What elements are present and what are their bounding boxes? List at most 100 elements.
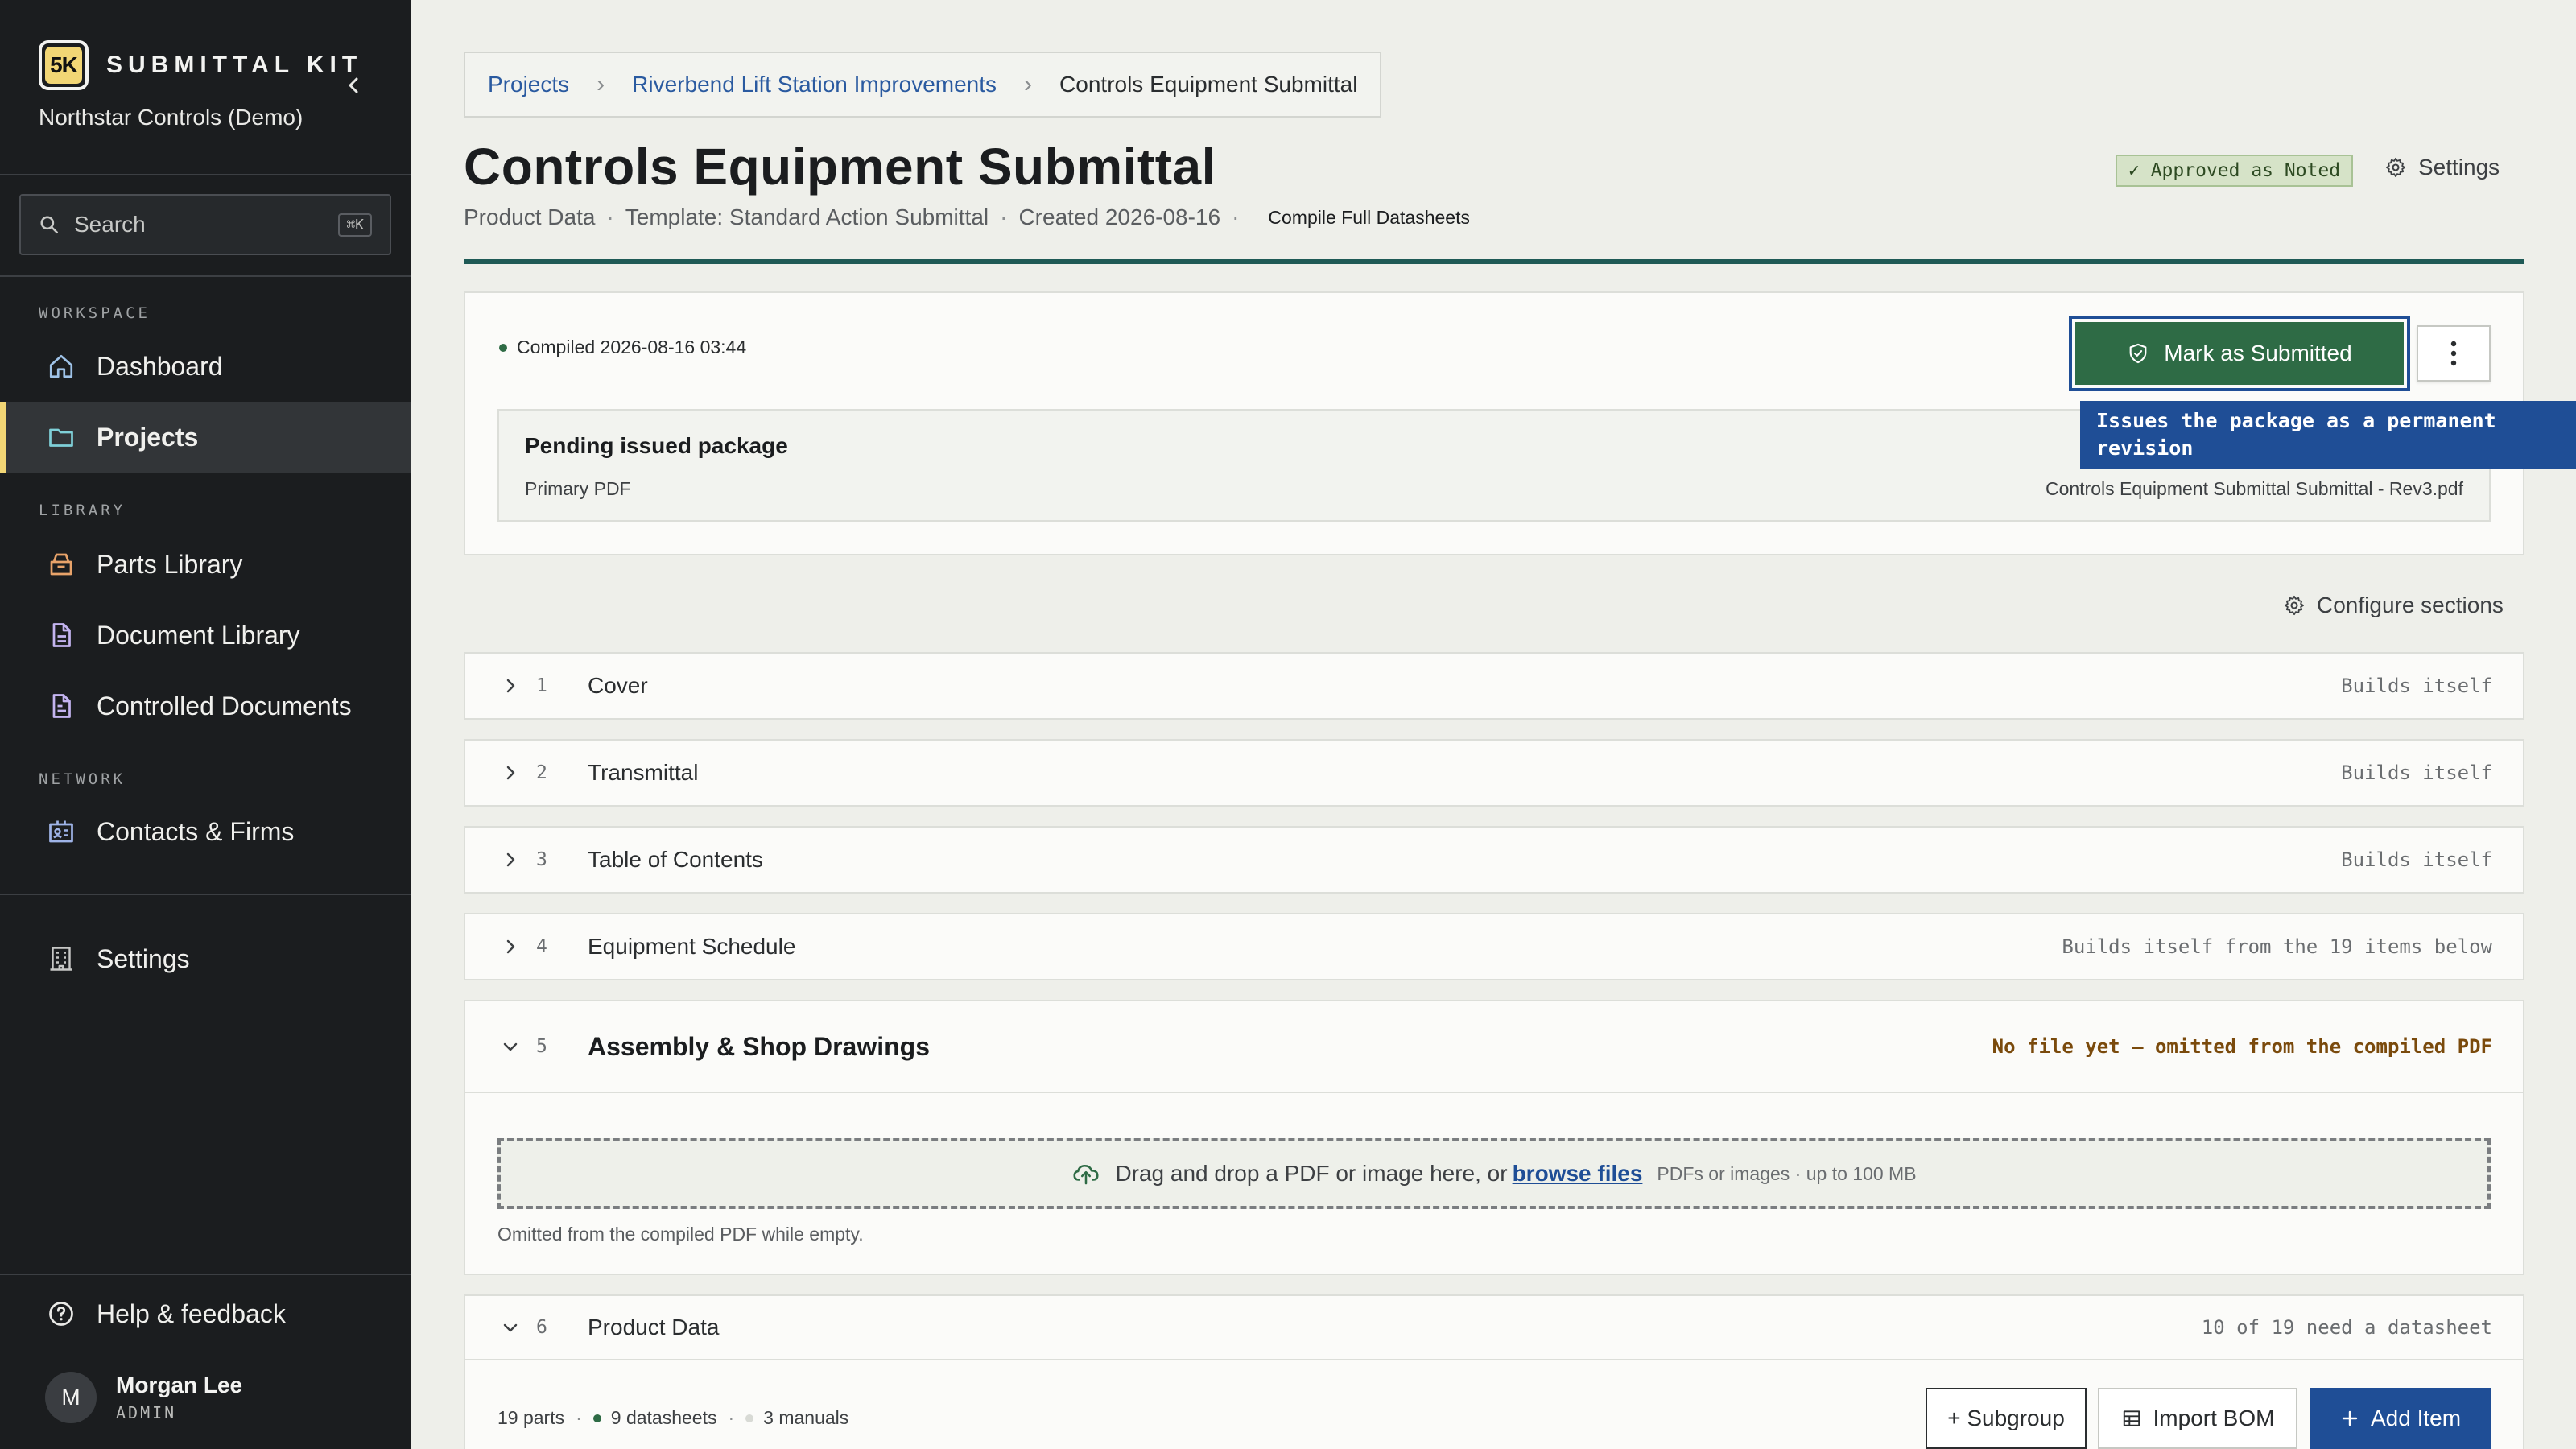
omitted-note: Omitted from the compiled PDF while empt…	[497, 1224, 864, 1245]
sidebar-item-label: Document Library	[97, 620, 300, 650]
chevron-right-icon	[501, 937, 520, 956]
section-transmittal[interactable]: 2 Transmittal Builds itself	[464, 739, 2524, 807]
submittal-created: Created 2026-08-16	[1018, 204, 1221, 229]
section-name: Product Data	[588, 1315, 720, 1340]
help-label: Help & feedback	[97, 1298, 286, 1328]
section-name: Assembly & Shop Drawings	[588, 1031, 930, 1061]
section-number: 3	[536, 849, 547, 870]
shield-check-icon	[2127, 342, 2149, 365]
divider	[0, 894, 411, 895]
help-feedback-link[interactable]: Help & feedback	[0, 1278, 411, 1349]
section-name: Equipment Schedule	[588, 934, 796, 959]
section-number: 6	[536, 1317, 547, 1338]
table-icon	[2121, 1408, 2142, 1429]
sidebar-item-label: Contacts & Firms	[97, 816, 295, 846]
more-actions-button[interactable]	[2417, 325, 2491, 382]
section-equipment-schedule[interactable]: 4 Equipment Schedule Builds itself from …	[464, 913, 2524, 980]
chevron-left-icon	[349, 77, 358, 93]
separator: ·	[1232, 204, 1240, 229]
section-status: Builds itself	[2341, 848, 2492, 871]
settings-button[interactable]: Settings	[2384, 155, 2500, 180]
folder-icon	[45, 421, 77, 453]
chevron-right-icon	[501, 763, 520, 782]
section-header[interactable]: 6 Product Data 10 of 19 need a datasheet	[465, 1296, 2523, 1360]
sidebar-item-dashboard[interactable]: Dashboard	[0, 331, 411, 402]
controlled-document-icon	[45, 690, 77, 722]
sidebar-item-label: Parts Library	[97, 549, 243, 579]
breadcrumb-project[interactable]: Riverbend Lift Station Improvements	[632, 72, 997, 97]
compiled-timestamp: Compiled 2026-08-16 03:44	[517, 336, 747, 357]
file-dropzone[interactable]: Drag and drop a PDF or image here, or br…	[497, 1138, 2491, 1209]
dropzone-hint: PDFs or images · up to 100 MB	[1657, 1162, 1917, 1184]
sidebar-item-settings[interactable]: Settings	[0, 923, 411, 994]
title-divider	[464, 259, 2524, 264]
search-placeholder: Search	[74, 212, 146, 237]
search-shortcut: ⌘K	[338, 213, 372, 237]
user-role: ADMIN	[116, 1403, 177, 1422]
brand[interactable]: 5K SUBMITTAL KIT	[39, 40, 362, 90]
section-status: Builds itself from the 19 items below	[2062, 935, 2492, 958]
section-header[interactable]: 5 Assembly & Shop Drawings No file yet —…	[465, 1001, 2523, 1093]
chevron-right-icon: ›	[1024, 71, 1033, 97]
compile-full-datasheets-link[interactable]: Compile Full Datasheets	[1268, 207, 1470, 229]
datasheets-count: 9 datasheets	[610, 1407, 717, 1428]
search-input[interactable]: Search ⌘K	[19, 194, 391, 255]
sidebar-item-parts-library[interactable]: Parts Library	[0, 529, 411, 600]
section-table-of-contents[interactable]: 3 Table of Contents Builds itself	[464, 826, 2524, 894]
sidebar-item-controlled-documents[interactable]: Controlled Documents	[0, 671, 411, 741]
add-subgroup-label: + Subgroup	[1947, 1406, 2065, 1430]
app-logo: 5K	[39, 40, 89, 90]
sidebar-item-label: Controlled Documents	[97, 691, 352, 720]
divider	[0, 1274, 411, 1275]
separator: ·	[728, 1407, 735, 1428]
sidebar-item-document-library[interactable]: Document Library	[0, 600, 411, 671]
avatar: M	[45, 1372, 97, 1423]
status-dot	[499, 343, 507, 352]
sidebar-item-label: Dashboard	[97, 351, 223, 381]
dropzone-text: Drag and drop a PDF or image here, or	[1115, 1161, 1508, 1186]
sidebar-item-projects[interactable]: Projects	[0, 402, 411, 473]
mark-as-submitted-button[interactable]: Mark as Submitted	[2069, 316, 2410, 391]
primary-pdf-label: Primary PDF	[525, 478, 631, 499]
section-label-workspace: WORKSPACE	[39, 304, 151, 322]
section-label-network: NETWORK	[39, 770, 126, 788]
separator: ·	[1000, 204, 1008, 229]
user-menu[interactable]: M Morgan Lee ADMIN	[45, 1372, 242, 1423]
logo-mark: 5K	[45, 47, 82, 84]
section-number: 5	[536, 1036, 547, 1057]
primary-pdf-filename[interactable]: Controls Equipment Submittal Submittal -…	[2046, 478, 2463, 500]
org-name[interactable]: Northstar Controls (Demo)	[39, 105, 303, 130]
mark-as-submitted-label: Mark as Submitted	[2164, 341, 2352, 365]
add-item-button[interactable]: Add Item	[2310, 1388, 2491, 1449]
add-subgroup-button[interactable]: + Subgroup	[1926, 1388, 2087, 1449]
browse-files-link[interactable]: browse files	[1513, 1161, 1643, 1187]
breadcrumb-projects[interactable]: Projects	[488, 72, 569, 97]
chevron-right-icon: ›	[597, 71, 605, 97]
separator: ·	[576, 1407, 582, 1428]
section-status: Builds itself	[2341, 762, 2492, 784]
app-name: SUBMITTAL KIT	[106, 52, 363, 78]
user-name: Morgan Lee	[116, 1373, 243, 1397]
sidebar-item-contacts-firms[interactable]: Contacts & Firms	[0, 796, 411, 867]
submittal-template: Template: Standard Action Submittal	[625, 204, 989, 229]
compiled-status: Compiled 2026-08-16 03:44	[499, 336, 746, 358]
settings-label: Settings	[2418, 155, 2500, 180]
import-bom-button[interactable]: Import BOM	[2098, 1388, 2297, 1449]
breadcrumb-current: Controls Equipment Submittal	[1059, 72, 1358, 97]
section-name: Cover	[588, 673, 648, 698]
page-title: Controls Equipment Submittal	[464, 138, 1216, 196]
breadcrumb: Projects › Riverbend Lift Station Improv…	[464, 52, 1382, 118]
section-cover[interactable]: 1 Cover Builds itself	[464, 652, 2524, 720]
manuals-count: 3 manuals	[763, 1407, 849, 1428]
section-status: No file yet — omitted from the compiled …	[1992, 1035, 2492, 1058]
configure-sections-button[interactable]: Configure sections	[2283, 592, 2504, 618]
upload-cloud-icon	[1071, 1159, 1100, 1188]
submit-tooltip: Issues the package as a permanent revisi…	[2080, 401, 2576, 469]
sidebar-item-label: Settings	[97, 943, 190, 973]
collapse-sidebar-button[interactable]	[338, 69, 370, 101]
manuals-dot	[745, 1414, 754, 1422]
product-data-summary: 19 parts · 9 datasheets · 3 manuals	[497, 1407, 848, 1429]
datasheets-dot	[592, 1414, 601, 1422]
document-icon	[45, 619, 77, 651]
divider	[0, 275, 411, 277]
